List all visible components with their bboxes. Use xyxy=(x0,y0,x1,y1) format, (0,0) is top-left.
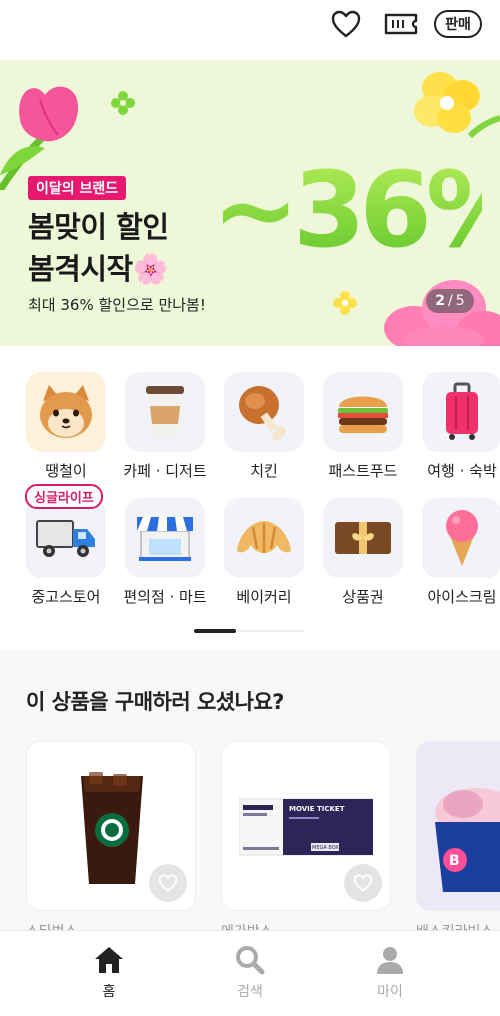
svg-text:B: B xyxy=(449,853,460,869)
ice-cream-cone-icon xyxy=(422,498,500,578)
single-life-badge: 싱글라이프 xyxy=(25,484,103,509)
movie-ticket-icon: MOVIE TICKET MEGA BOX xyxy=(239,798,373,856)
banner-subtitle: 최대 36% 할인으로 만나봄! xyxy=(28,296,206,314)
product-card[interactable] xyxy=(26,741,196,911)
croissant-icon xyxy=(224,498,304,578)
nav-label: 마이 xyxy=(377,984,403,1000)
person-icon xyxy=(377,947,403,974)
burger-icon xyxy=(323,372,403,452)
favorite-button[interactable] xyxy=(149,864,187,902)
gift-voucher-icon xyxy=(323,498,403,578)
top-bar: 판매 xyxy=(0,0,500,52)
category-label: 중고스토어 xyxy=(31,588,101,606)
category-item[interactable]: 패스트푸드 xyxy=(318,372,408,481)
nav-search[interactable]: 검색 xyxy=(215,945,285,1001)
shiba-dog-icon xyxy=(26,372,106,452)
page-separator: / xyxy=(448,293,453,309)
favorite-button[interactable] xyxy=(344,864,382,902)
category-label: 여행 · 숙박 xyxy=(427,462,497,480)
home-icon xyxy=(95,947,123,973)
heart-icon[interactable] xyxy=(330,8,362,40)
ice-cream-cup-icon: B xyxy=(435,788,500,892)
nav-label: 검색 xyxy=(237,984,263,1000)
category-item[interactable]: 땡철이 xyxy=(21,372,111,481)
category-item[interactable]: 여행 · 숙박 xyxy=(417,372,500,481)
discount-text: ~36% xyxy=(212,149,482,271)
banner-title-line1: 봄맞이 할인 xyxy=(28,210,169,244)
promo-banner[interactable]: 이달의 브랜드 봄맞이 할인 봄격시작🌸 최대 36% 할인으로 만나봄! ~3… xyxy=(0,60,500,346)
ticket-icon[interactable] xyxy=(383,8,419,40)
coffee-cup-icon xyxy=(125,372,205,452)
category-label: 카페 · 디저트 xyxy=(123,462,207,480)
ticket-stub: MEGA BOX xyxy=(312,845,339,851)
small-yellow-flower-icon xyxy=(333,291,357,315)
small-flower-icon xyxy=(111,91,135,115)
nav-label: 홈 xyxy=(102,984,116,1000)
category-item[interactable]: 싱글라이프 중고스토어 xyxy=(21,484,111,607)
iced-coffee-icon xyxy=(81,772,143,884)
page-total: 5 xyxy=(455,293,465,309)
ticket-title: MOVIE TICKET xyxy=(289,805,345,813)
nav-my[interactable]: 마이 xyxy=(355,945,425,1001)
nav-home[interactable]: 홈 xyxy=(74,945,144,1001)
product-card[interactable]: MOVIE TICKET MEGA BOX xyxy=(221,741,391,911)
store-icon xyxy=(125,498,205,578)
suitcase-icon xyxy=(422,372,500,452)
category-label: 베이커리 xyxy=(236,588,292,606)
category-item[interactable]: 카페 · 디저트 xyxy=(120,372,210,481)
truck-icon xyxy=(26,498,106,578)
page-current: 2 xyxy=(435,293,446,309)
category-item[interactable]: 치킨 xyxy=(219,372,309,481)
category-label: 땡철이 xyxy=(45,462,87,480)
scroll-track xyxy=(236,630,304,632)
brand-of-month-tag: 이달의 브랜드 xyxy=(28,176,127,200)
category-label: 편의점 · 마트 xyxy=(123,588,207,606)
sell-button[interactable]: 판매 xyxy=(434,10,482,38)
category-item[interactable]: 베이커리 xyxy=(219,498,309,607)
scroll-thumb xyxy=(194,629,236,633)
category-item[interactable]: 아이스크림 xyxy=(417,498,500,607)
tulip-icon xyxy=(0,86,79,190)
category-label: 아이스크림 xyxy=(427,588,497,606)
category-label: 상품권 xyxy=(342,588,384,606)
discount-graphic: ~36% xyxy=(212,149,482,271)
category-item[interactable]: 상품권 xyxy=(318,498,408,607)
section-title: 이 상품을 구매하러 오셨나요? xyxy=(26,690,284,714)
category-scroll-indicator xyxy=(194,629,304,633)
bottom-navigation: 홈 검색 마이 xyxy=(0,930,500,1016)
search-icon xyxy=(236,946,265,975)
category-grid: 땡철이 카페 · 디저트 치킨 패스트푸드 여행 · 숙박 싱글라이프 중고스토… xyxy=(0,372,500,612)
category-label: 패스트푸드 xyxy=(328,462,398,480)
chicken-leg-icon xyxy=(224,372,304,452)
banner-page-counter: 2 / 5 xyxy=(426,289,474,313)
category-item[interactable]: 편의점 · 마트 xyxy=(120,498,210,607)
product-card[interactable]: B xyxy=(416,741,500,911)
banner-title-line2: 봄격시작🌸 xyxy=(28,252,169,286)
category-label: 치킨 xyxy=(250,462,278,480)
banner-title: 봄맞이 할인 봄격시작🌸 xyxy=(28,206,169,290)
